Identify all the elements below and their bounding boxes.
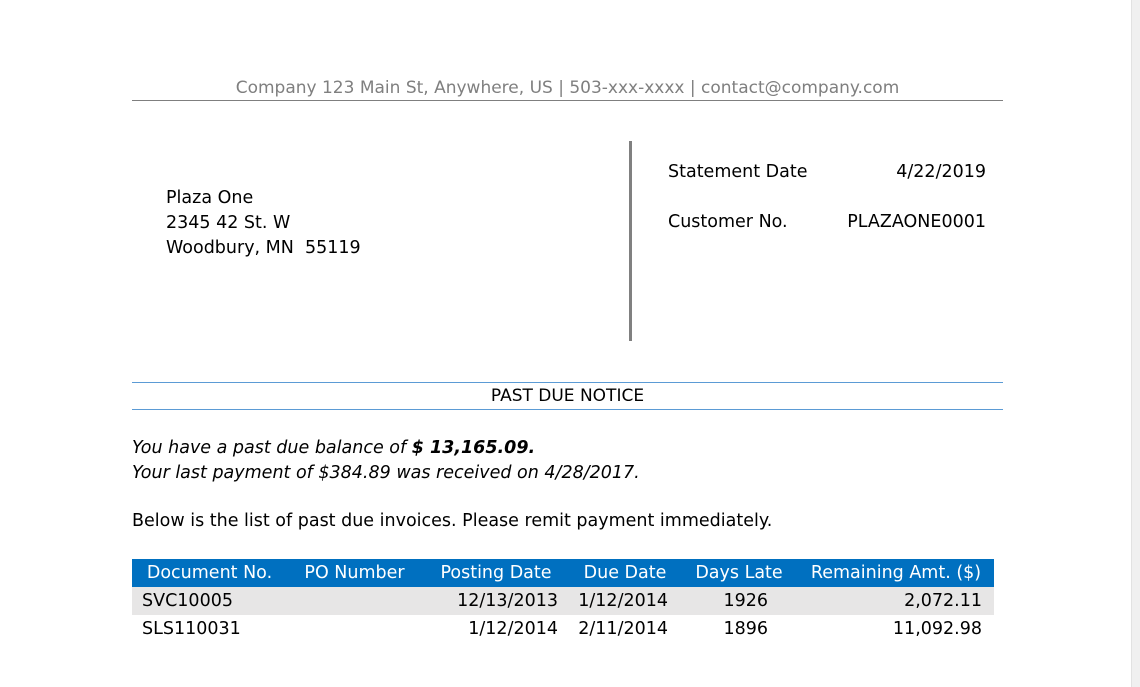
balance-line: You have a past due balance of $ 13,165.… (132, 436, 640, 461)
col-header-document: Document No. (132, 559, 287, 587)
cell-days-late: 1926 (680, 587, 798, 615)
balance-message: You have a past due balance of $ 13,165.… (132, 436, 640, 486)
customer-no-value: PLAZAONE0001 (847, 212, 986, 232)
page-edge (1131, 0, 1140, 687)
last-payment-line: Your last payment of $384.89 was receive… (132, 463, 640, 483)
cell-po (287, 587, 422, 615)
balance-amount: $ 13,165.09. (411, 438, 536, 458)
cell-remaining-amount: 2,072.11 (798, 587, 994, 615)
cell-posting-date: 12/13/2013 (422, 587, 570, 615)
col-header-due-date: Due Date (570, 559, 680, 587)
statement-date-label: Statement Date (668, 162, 808, 182)
cell-document: SVC10005 (132, 587, 287, 615)
cell-remaining-amount: 11,092.98 (892, 619, 982, 639)
statement-date-value: 4/22/2019 (896, 162, 986, 182)
customer-address: Plaza One 2345 42 St. W Woodbury, MN 551… (166, 186, 361, 261)
statement-date-row: Statement Date 4/22/2019 (668, 162, 986, 182)
balance-prefix: You have a past due balance of (132, 438, 412, 458)
notice-title: PAST DUE NOTICE (490, 386, 645, 406)
customer-no-label: Customer No. (668, 212, 788, 232)
cell-document: SLS110031 (142, 619, 241, 639)
cell-days-late: 1896 (723, 619, 768, 639)
table-row: SLS110031 1/12/2014 2/11/2014 1896 11,09… (132, 615, 994, 643)
table-row: SVC10005 12/13/2013 1/12/2014 1926 2,072… (132, 587, 994, 615)
notice-rule-bottom (132, 409, 1003, 410)
table-header-row: Document No. PO Number Posting Date Due … (132, 559, 994, 587)
col-header-posting-date: Posting Date (422, 559, 570, 587)
address-line-1: Plaza One (166, 188, 254, 208)
col-header-days-late: Days Late (680, 559, 798, 587)
cell-posting-date: 1/12/2014 (468, 619, 558, 639)
header-rule (132, 100, 1003, 101)
cell-po (287, 615, 422, 643)
address-line-2: 2345 42 St. W (166, 213, 291, 233)
customer-no-row: Customer No. PLAZAONE0001 (668, 212, 986, 232)
cell-due-date: 1/12/2014 (570, 587, 680, 615)
company-header: Company 123 Main St, Anywhere, US | 503-… (235, 78, 900, 98)
col-header-po: PO Number (287, 559, 422, 587)
vertical-divider (629, 141, 632, 341)
col-header-remaining-amount: Remaining Amt. ($) (798, 559, 994, 587)
notice-rule-top (132, 382, 1003, 383)
cell-due-date: 2/11/2014 (578, 619, 668, 639)
remit-instruction: Below is the list of past due invoices. … (132, 511, 773, 531)
invoice-table: Document No. PO Number Posting Date Due … (132, 559, 994, 643)
address-line-3: Woodbury, MN 55119 (166, 238, 361, 258)
